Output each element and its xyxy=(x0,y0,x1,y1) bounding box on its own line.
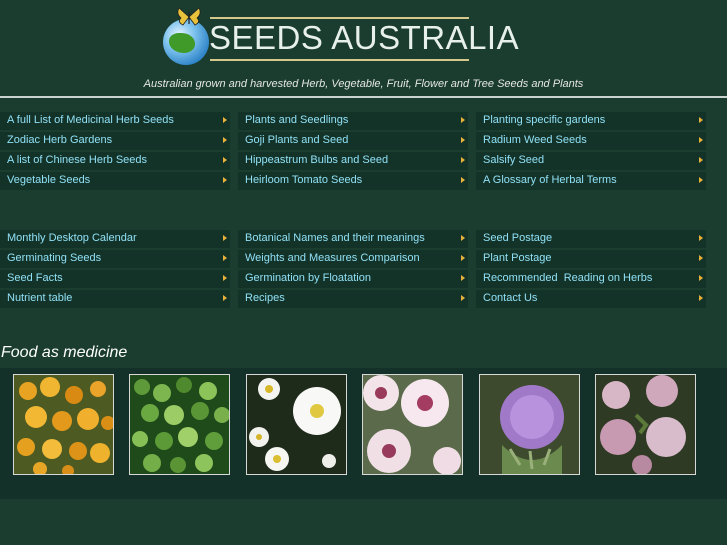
logo-rule-bottom xyxy=(210,59,469,61)
menu-link-label: Plants and Seedlings xyxy=(245,114,349,126)
site-logo-text[interactable]: SEEDS AUSTRALIA xyxy=(209,19,519,57)
menu-link[interactable]: Plant Postage xyxy=(476,250,706,268)
menu-row: Vegetable Seeds Heirloom Tomato Seeds A … xyxy=(0,172,727,190)
arrow-right-icon xyxy=(223,275,227,281)
menu-link[interactable]: Seed Facts xyxy=(0,270,230,288)
menu-link-label: Vegetable Seeds xyxy=(7,174,91,186)
site-header: SEEDS AUSTRALIA Australian grown and har… xyxy=(0,0,727,98)
photo-gallery xyxy=(0,368,727,499)
menu-link-label: Seed Postage xyxy=(483,232,553,244)
menu-link-label: Zodiac Herb Gardens xyxy=(7,134,113,146)
menu-link[interactable]: A full List of Medicinal Herb Seeds xyxy=(0,112,230,130)
menu-link[interactable]: Germinating Seeds xyxy=(0,250,230,268)
menu-link-label: Weights and Measures Comparison xyxy=(245,252,420,264)
menu-link[interactable]: Recommended Reading on Herbs xyxy=(476,270,706,288)
menu-link-label: Nutrient table xyxy=(7,292,73,304)
arrow-right-icon xyxy=(223,235,227,241)
menu-link[interactable]: Heirloom Tomato Seeds xyxy=(238,172,468,190)
arrow-right-icon xyxy=(699,235,703,241)
menu-link[interactable]: Seed Postage xyxy=(476,230,706,248)
butterfly-icon xyxy=(177,7,201,26)
arrow-right-icon xyxy=(461,255,465,261)
menu-link[interactable]: Hippeastrum Bulbs and Seed xyxy=(238,152,468,170)
menu-link[interactable]: Weights and Measures Comparison xyxy=(238,250,468,268)
arrow-right-icon xyxy=(699,275,703,281)
menu-link-label: Recommended Reading on Herbs xyxy=(483,272,653,284)
menu-link-label: Recipes xyxy=(245,292,285,304)
arrow-right-icon xyxy=(461,137,465,143)
menu-link[interactable]: Planting specific gardens xyxy=(476,112,706,130)
menu-link[interactable]: Germination by Floatation xyxy=(238,270,468,288)
arrow-right-icon xyxy=(461,275,465,281)
menu-link-label: Contact Us xyxy=(483,292,538,304)
site-tagline: Australian grown and harvested Herb, Veg… xyxy=(143,78,584,90)
menu-link-label: Goji Plants and Seed xyxy=(245,134,349,146)
artichoke-flower-photo[interactable] xyxy=(479,374,580,475)
header-divider xyxy=(0,96,727,98)
menu-row: A full List of Medicinal Herb Seeds Plan… xyxy=(0,112,727,130)
menu-link[interactable]: Recipes xyxy=(238,290,468,308)
menu-link[interactable]: Contact Us xyxy=(476,290,706,308)
menu-link-label: Germination by Floatation xyxy=(245,272,371,284)
arrow-right-icon xyxy=(699,157,703,163)
menu-row: Nutrient table Recipes Contact Us xyxy=(0,290,727,308)
menu-link-label: Radium Weed Seeds xyxy=(483,134,587,146)
menu-link-label: A Glossary of Herbal Terms xyxy=(483,174,617,186)
arrow-right-icon xyxy=(223,255,227,261)
menu-link-label: Plant Postage xyxy=(483,252,552,264)
arrow-right-icon xyxy=(699,117,703,123)
menu-row: A list of Chinese Herb Seeds Hippeastrum… xyxy=(0,152,727,170)
arrow-right-icon xyxy=(461,177,465,183)
arrow-right-icon xyxy=(223,137,227,143)
menu-link[interactable]: Radium Weed Seeds xyxy=(476,132,706,150)
menu-link[interactable]: Botanical Names and their meanings xyxy=(238,230,468,248)
menu-link[interactable]: Vegetable Seeds xyxy=(0,172,230,190)
arrow-right-icon xyxy=(699,255,703,261)
marigold-flowers-photo[interactable] xyxy=(13,374,114,475)
parsley-photo[interactable] xyxy=(129,374,230,475)
menu-link-label: A full List of Medicinal Herb Seeds xyxy=(7,114,174,126)
menu-link-label: Botanical Names and their meanings xyxy=(245,232,425,244)
red-clover-flowers-photo[interactable] xyxy=(595,374,696,475)
menu-link-label: A list of Chinese Herb Seeds xyxy=(7,154,148,166)
menu-link[interactable]: Goji Plants and Seed xyxy=(238,132,468,150)
menu-link[interactable]: Nutrient table xyxy=(0,290,230,308)
menu-link[interactable]: Plants and Seedlings xyxy=(238,112,468,130)
menu-link-label: Seed Facts xyxy=(7,272,63,284)
menu-link[interactable]: Salsify Seed xyxy=(476,152,706,170)
arrow-right-icon xyxy=(223,117,227,123)
menu-link-label: Heirloom Tomato Seeds xyxy=(245,174,363,186)
section-title: Food as medicine xyxy=(1,344,128,361)
menu-row: Seed Facts Germination by Floatation Rec… xyxy=(0,270,727,288)
arrow-right-icon xyxy=(699,295,703,301)
arrow-right-icon xyxy=(699,177,703,183)
menu-row: Zodiac Herb Gardens Goji Plants and Seed… xyxy=(0,132,727,150)
arrow-right-icon xyxy=(461,117,465,123)
menu-link-label: Hippeastrum Bulbs and Seed xyxy=(245,154,389,166)
arrow-right-icon xyxy=(223,295,227,301)
daisy-flowers-photo[interactable] xyxy=(246,374,347,475)
hollyhock-flowers-photo[interactable] xyxy=(362,374,463,475)
arrow-right-icon xyxy=(461,235,465,241)
menu-link[interactable]: A Glossary of Herbal Terms xyxy=(476,172,706,190)
arrow-right-icon xyxy=(699,137,703,143)
menu-link-label: Germinating Seeds xyxy=(7,252,102,264)
menu-link[interactable]: Zodiac Herb Gardens xyxy=(0,132,230,150)
arrow-right-icon xyxy=(223,157,227,163)
menu-row: Monthly Desktop Calendar Botanical Names… xyxy=(0,230,727,248)
menu-link-label: Monthly Desktop Calendar xyxy=(7,232,137,244)
menu-row: Germinating Seeds Weights and Measures C… xyxy=(0,250,727,268)
arrow-right-icon xyxy=(223,177,227,183)
menu-link-label: Planting specific gardens xyxy=(483,114,606,126)
menu-link[interactable]: A list of Chinese Herb Seeds xyxy=(0,152,230,170)
arrow-right-icon xyxy=(461,157,465,163)
menu-link-label: Salsify Seed xyxy=(483,154,545,166)
menu-link[interactable]: Monthly Desktop Calendar xyxy=(0,230,230,248)
arrow-right-icon xyxy=(461,295,465,301)
